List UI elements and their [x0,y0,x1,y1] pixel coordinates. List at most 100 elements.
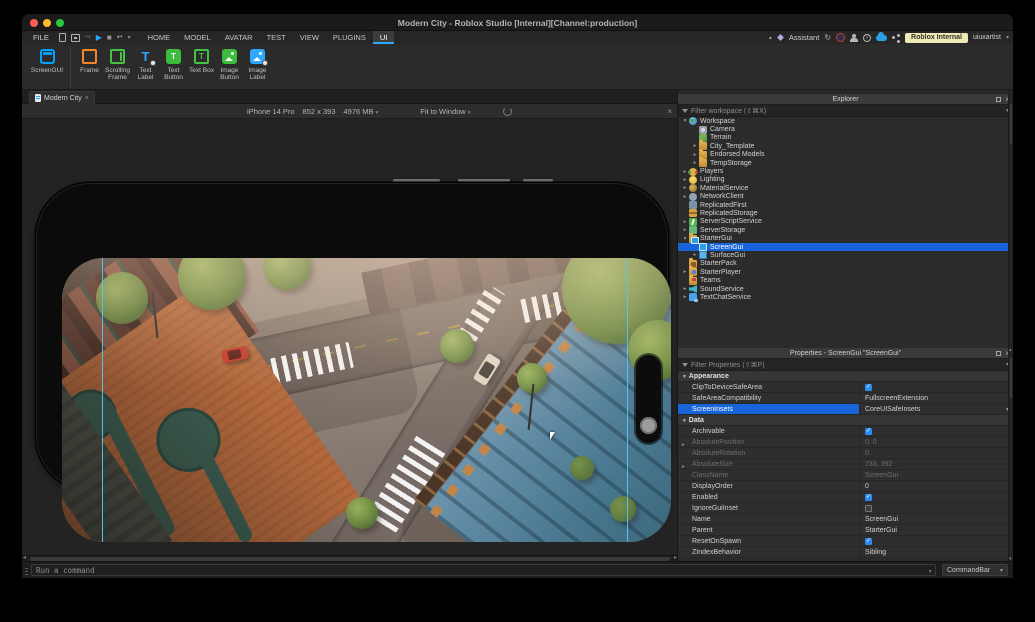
tree-item-teams[interactable]: Teams [678,276,1013,284]
close-tab-icon[interactable]: × [85,95,89,102]
property-value[interactable]: 0 [860,481,1013,491]
ribbon-button-image-button[interactable]: Image Button [216,49,243,81]
expand-arrow-icon[interactable]: ▾ [681,236,689,242]
insert-icon[interactable] [71,34,80,42]
menu-tab-plugins[interactable]: PLUGINS [326,31,373,44]
more-icon[interactable] [128,33,131,43]
property-row-resetonspawn[interactable]: ResetOnSpawn [678,536,1013,547]
property-value[interactable] [860,503,1013,513]
property-row-zindexbehavior[interactable]: ZIndexBehaviorSibling [678,547,1013,558]
expand-arrow-icon[interactable]: ▸ [691,143,699,149]
property-checkbox-ignoreguiinset[interactable] [865,505,872,512]
property-value[interactable]: FullscreenExtension [860,393,1013,403]
tree-item-starterpack[interactable]: StarterPack [678,260,1013,268]
menu-tab-avatar[interactable]: AVATAR [218,31,260,44]
tree-item-networkclient[interactable]: ▸NetworkClient [678,193,1013,201]
fit-to-window-select[interactable]: Fit to Window [420,107,470,116]
device-memory[interactable]: 4976 MB [344,107,379,116]
username[interactable]: uiuxartist [973,34,1001,41]
expand-arrow-icon[interactable]: ▸ [691,152,699,158]
property-checkbox-enabled[interactable] [865,494,872,501]
command-bar-selector[interactable]: CommandBar [942,564,1008,576]
scrollbar-thumb[interactable] [1010,358,1012,398]
property-value[interactable]: StarterGui [860,525,1013,535]
tree-item-screengui[interactable]: ScreenGui [678,243,1013,251]
document-tab[interactable]: Modern City × [29,91,95,104]
title-bar[interactable]: Modern City - Roblox Studio [Internal][C… [22,14,1013,31]
viewport-scene[interactable] [62,258,671,542]
close-emulation-icon[interactable]: × [667,107,672,116]
tree-item-materialservice[interactable]: ▸MaterialService [678,184,1013,192]
property-checkbox-cliptodevicesafearea[interactable] [865,384,872,391]
menu-tab-model[interactable]: MODEL [177,31,218,44]
assistant-button[interactable]: Assistant [789,33,819,42]
explorer-filter-input[interactable]: Filter workspace (⇧⌘X) [678,105,1013,117]
menu-tab-view[interactable]: VIEW [293,31,326,44]
property-value[interactable]: Sibling [860,547,1013,557]
tree-item-workspace[interactable]: ▾Workspace [678,117,1013,125]
property-section-data[interactable]: Data [678,415,1013,426]
float-panel-icon[interactable] [996,97,1001,102]
property-value[interactable] [860,426,1013,436]
ribbon-button-screengui[interactable]: ScreenGUI [30,49,64,74]
property-row-classname[interactable]: ClassNameScreenGui [678,470,1013,481]
ribbon-button-text-button[interactable]: TText Button [160,49,187,81]
tree-item-surfacegui[interactable]: ▸SurfaceGui [678,251,1013,259]
expand-arrow-icon[interactable]: ▸ [681,286,689,292]
sync-icon[interactable] [824,33,831,43]
tree-item-endorsed-models[interactable]: ▸Endorsed Models [678,151,1013,159]
expand-arrow-icon[interactable]: ▸ [681,185,689,191]
property-value[interactable]: CoreUISafeInsets [860,404,1013,414]
play-icon[interactable] [96,33,102,43]
file-menu[interactable]: FILE [29,32,53,43]
tree-item-players[interactable]: ▸Players [678,167,1013,175]
tree-item-startergui[interactable]: ▾StarterGui [678,234,1013,242]
avatar[interactable] [836,33,845,42]
drag-handle[interactable] [25,566,28,575]
expand-arrow-icon[interactable]: ▸ [681,194,689,200]
redo-icon[interactable] [85,33,91,42]
tree-item-textchatservice[interactable]: ▸TextChatService [678,293,1013,301]
stop-icon[interactable] [107,33,112,43]
tree-item-replicatedfirst[interactable]: ReplicatedFirst [678,201,1013,209]
section-collapse-icon[interactable] [683,417,686,424]
add-friend-icon[interactable] [850,34,858,42]
property-value[interactable]: 0, 0 [860,437,1013,447]
property-value[interactable]: 733, 392 [860,459,1013,469]
property-row-displayorder[interactable]: DisplayOrder0 [678,481,1013,492]
tree-item-lighting[interactable]: ▸Lighting [678,176,1013,184]
expand-arrow-icon[interactable]: ▾ [681,118,689,124]
explorer-header[interactable]: Explorer × [678,94,1013,105]
tree-item-camera[interactable]: Camera [678,125,1013,133]
property-row-name[interactable]: NameScreenGui [678,514,1013,525]
properties-header[interactable]: Properties - ScreenGui "ScreenGui" × [678,348,1013,359]
properties-filter-input[interactable]: Filter Properties (⇧⌘P) [678,359,1013,371]
property-value[interactable] [860,382,1013,392]
property-row-absolutesize[interactable]: AbsoluteSize733, 392 [678,459,1013,470]
cloud-sync-icon[interactable] [876,35,887,41]
section-collapse-icon[interactable] [683,373,686,380]
property-value[interactable]: 0 [860,448,1013,458]
undo-icon[interactable] [117,33,123,42]
property-section-appearance[interactable]: Appearance [678,371,1013,382]
float-panel-icon[interactable] [996,351,1001,356]
collapse-ribbon-icon[interactable] [769,33,772,43]
notifications-icon[interactable]: i [863,34,871,42]
tree-item-serverstorage[interactable]: ▸ServerStorage [678,226,1013,234]
property-row-safeareacompatibility[interactable]: SafeAreaCompatibilityFullscreenExtension [678,393,1013,404]
tree-item-tempstorage[interactable]: ▸TempStorage [678,159,1013,167]
tree-item-city-template[interactable]: ▸City_Template [678,142,1013,150]
property-value[interactable]: ScreenGui [860,514,1013,524]
ribbon-button-frame[interactable]: Frame [76,49,103,74]
property-value[interactable] [860,536,1013,546]
tree-item-serverscriptservice[interactable]: ▸ServerScriptService [678,218,1013,226]
game-viewport[interactable] [22,119,678,555]
property-row-screeninsets[interactable]: ScreenInsetsCoreUISafeInsets [678,404,1013,415]
property-row-absoluterotation[interactable]: AbsoluteRotation0 [678,448,1013,459]
share-icon[interactable] [892,34,900,42]
new-file-icon[interactable] [59,33,66,42]
property-row-absoluteposition[interactable]: AbsolutePosition0, 0 [678,437,1013,448]
expand-arrow-icon[interactable]: ▸ [681,294,689,300]
tree-item-soundservice[interactable]: ▸SoundService [678,285,1013,293]
expand-arrow-icon[interactable]: ▸ [681,227,689,233]
